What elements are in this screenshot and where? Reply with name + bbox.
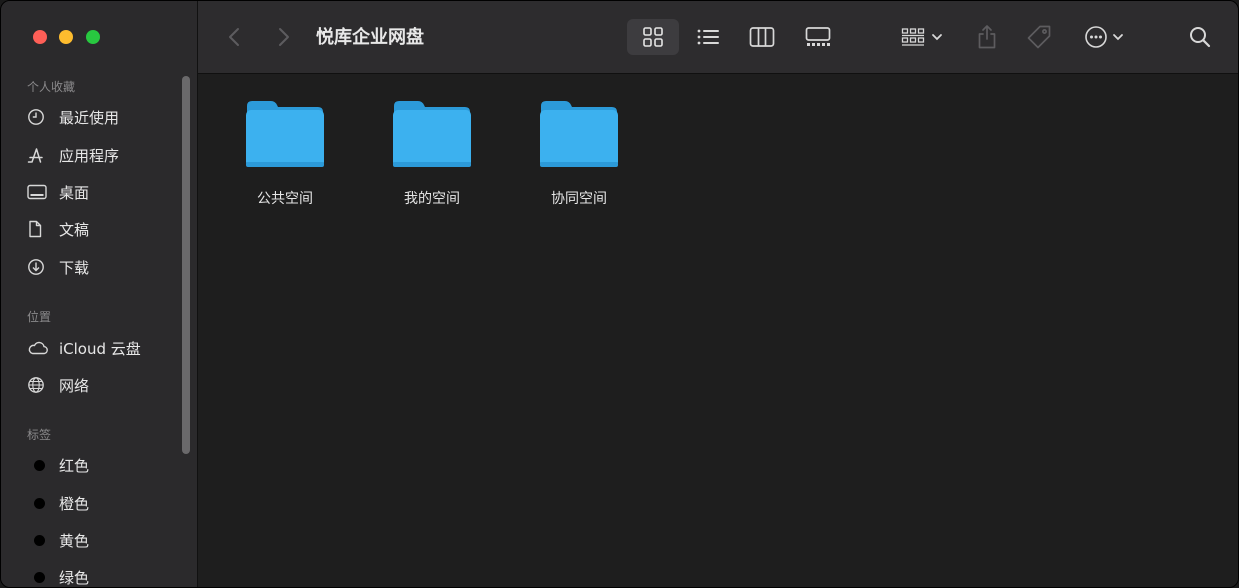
more-actions-button[interactable] bbox=[1078, 19, 1130, 55]
folder-name: 我的空间 bbox=[404, 191, 460, 207]
chevron-down-icon bbox=[1113, 34, 1123, 41]
folder-item[interactable]: 公共空间 bbox=[225, 98, 345, 208]
file-browser-content: 公共空间 我的空间 协同空间 bbox=[198, 74, 1238, 587]
back-button[interactable] bbox=[220, 23, 248, 51]
sidebar-item-recents[interactable]: 最近使用 bbox=[27, 102, 187, 132]
column-view-button[interactable] bbox=[744, 19, 780, 55]
share-button[interactable] bbox=[969, 19, 1005, 55]
sidebar-item-label: 应用程序 bbox=[59, 146, 120, 165]
group-icon bbox=[901, 28, 925, 46]
folder-name: 公共空间 bbox=[257, 191, 313, 207]
tag-dot-icon bbox=[27, 567, 51, 587]
tag-color-dot bbox=[34, 459, 45, 471]
document-icon bbox=[27, 219, 51, 239]
cloud-icon bbox=[27, 338, 51, 358]
sidebar-item-downloads[interactable]: 下载 bbox=[27, 252, 187, 282]
sidebar-item-tag-orange[interactable]: 橙色 bbox=[27, 488, 187, 518]
sidebar-item-label: 橙色 bbox=[59, 494, 90, 513]
tags-section-title: 标签 bbox=[27, 428, 52, 442]
close-window-button[interactable] bbox=[33, 30, 47, 44]
gallery-view-button[interactable] bbox=[800, 19, 836, 55]
column-view-icon bbox=[749, 27, 775, 47]
sidebar-item-icloud[interactable]: iCloud 云盘 bbox=[27, 333, 187, 363]
apps-icon bbox=[27, 145, 51, 165]
grid-view-button[interactable] bbox=[627, 19, 679, 55]
sidebar-item-network[interactable]: 网络 bbox=[27, 370, 187, 400]
sidebar-item-label: 网络 bbox=[59, 376, 90, 395]
sidebar-item-tag-yellow[interactable]: 黄色 bbox=[27, 525, 187, 555]
folder-item[interactable]: 我的空间 bbox=[372, 98, 492, 208]
share-icon bbox=[978, 25, 996, 49]
sidebar-item-label: 绿色 bbox=[59, 568, 90, 587]
tag-button[interactable] bbox=[1021, 19, 1057, 55]
tag-dot-icon bbox=[27, 530, 51, 550]
favorites-section-title: 个人收藏 bbox=[27, 80, 76, 94]
grid-view-icon bbox=[643, 27, 663, 47]
toolbar: 悦库企业网盘 bbox=[198, 1, 1238, 74]
forward-button[interactable] bbox=[270, 23, 298, 51]
finder-window: 个人收藏 最近使用 应用程序 桌面 文稿 下载 位置 iCloud 云盘 网络 … bbox=[0, 0, 1239, 588]
forward-icon bbox=[279, 28, 289, 46]
folder-icon bbox=[393, 101, 471, 167]
sidebar-item-applications[interactable]: 应用程序 bbox=[27, 140, 187, 170]
list-view-icon bbox=[697, 29, 719, 45]
sidebar-item-tag-green[interactable]: 绿色 bbox=[27, 562, 187, 587]
locations-section-title: 位置 bbox=[27, 310, 52, 324]
chevron-down-icon bbox=[932, 34, 942, 41]
folder-icon bbox=[246, 101, 324, 167]
sidebar-item-label: 下载 bbox=[59, 258, 90, 277]
tag-dot-icon bbox=[27, 455, 51, 475]
globe-icon bbox=[27, 375, 51, 395]
window-title: 悦库企业网盘 bbox=[316, 27, 424, 48]
tag-color-dot bbox=[34, 497, 45, 509]
sidebar-item-label: 桌面 bbox=[59, 183, 90, 202]
tag-dot-icon bbox=[27, 493, 51, 513]
minimize-window-button[interactable] bbox=[59, 30, 73, 44]
search-button[interactable] bbox=[1182, 19, 1218, 55]
list-view-button[interactable] bbox=[690, 19, 726, 55]
clock-icon bbox=[27, 107, 51, 127]
sidebar-scrollbar[interactable] bbox=[182, 76, 190, 454]
gallery-view-icon bbox=[805, 27, 831, 46]
sidebar-item-desktop[interactable]: 桌面 bbox=[27, 177, 187, 207]
sidebar: 个人收藏 最近使用 应用程序 桌面 文稿 下载 位置 iCloud 云盘 网络 … bbox=[1, 1, 198, 587]
desktop-icon bbox=[27, 182, 51, 202]
sidebar-item-label: 红色 bbox=[59, 456, 90, 475]
zoom-window-button[interactable] bbox=[86, 30, 100, 44]
sidebar-item-documents[interactable]: 文稿 bbox=[27, 214, 187, 244]
back-icon bbox=[229, 28, 239, 46]
sidebar-item-label: iCloud 云盘 bbox=[59, 339, 141, 358]
folder-icon bbox=[540, 101, 618, 167]
tag-color-dot bbox=[34, 571, 45, 583]
search-icon bbox=[1190, 27, 1211, 48]
sidebar-item-label: 最近使用 bbox=[59, 108, 120, 127]
folder-name: 协同空间 bbox=[551, 191, 607, 207]
folder-item[interactable]: 协同空间 bbox=[519, 98, 639, 208]
tag-color-dot bbox=[34, 534, 45, 546]
sidebar-item-label: 文稿 bbox=[59, 220, 90, 239]
more-icon bbox=[1085, 26, 1107, 48]
sidebar-item-label: 黄色 bbox=[59, 531, 90, 550]
download-icon bbox=[27, 257, 51, 277]
group-by-button[interactable] bbox=[896, 19, 948, 55]
sidebar-item-tag-red[interactable]: 红色 bbox=[27, 450, 187, 480]
tag-icon bbox=[1027, 25, 1051, 49]
